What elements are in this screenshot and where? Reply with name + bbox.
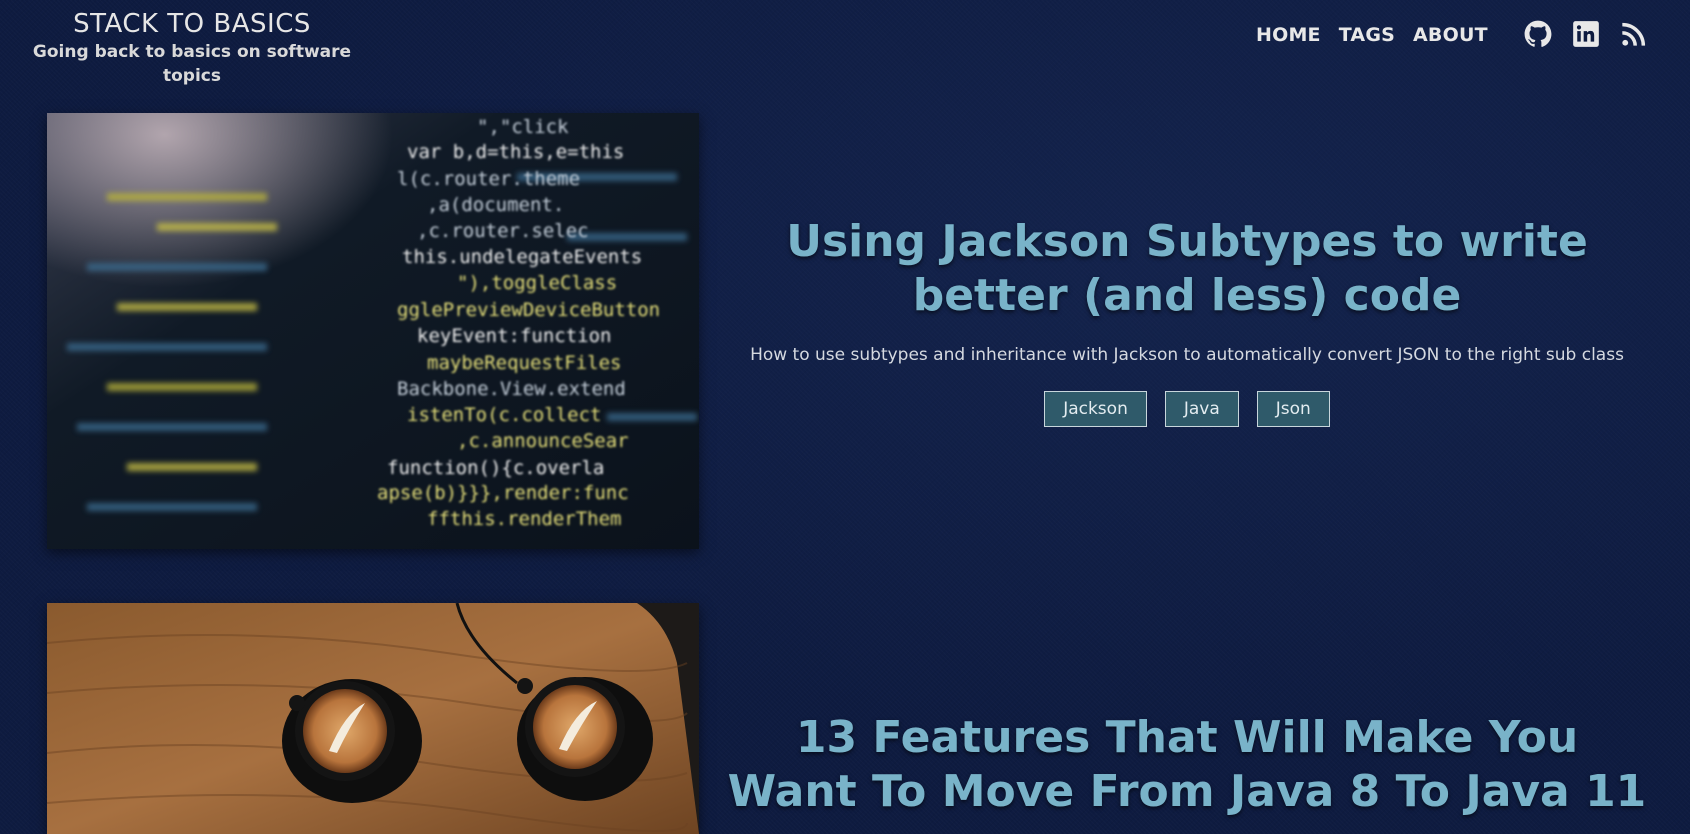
tag-java[interactable]: Java [1164,391,1239,427]
nav-tags-link[interactable]: TAGS [1339,24,1395,46]
code-screen-photo: ","click var b,d=this,e=this l(c.router.… [47,113,699,549]
svg-text:ffthis.renderThem: ffthis.renderThem [427,508,621,530]
post-title[interactable]: 13 Features That Will Make You Want To M… [727,711,1647,819]
nav-about-link[interactable]: ABOUT [1413,24,1488,46]
post-card: 13 Features That Will Make You Want To M… [47,603,1647,834]
svg-text:,c.announceSear: ,c.announceSear [457,430,629,452]
nav-home-link[interactable]: HOME [1256,24,1321,46]
tag-json[interactable]: Json [1256,391,1330,427]
svg-text:"),toggleClass: "),toggleClass [457,272,617,294]
svg-text:,c.router.selec: ,c.router.selec [417,220,589,242]
svg-text:istenTo(c.collect: istenTo(c.collect [407,404,601,426]
svg-text:this.undelegateEvents: this.undelegateEvents [402,246,642,268]
svg-text:var b,d=this,e=this: var b,d=this,e=this [407,141,624,163]
svg-text:keyEvent:function: keyEvent:function [417,325,611,347]
svg-text:l(c.router.theme: l(c.router.theme [397,168,580,190]
post-card: ","click var b,d=this,e=this l(c.router.… [47,113,1647,549]
post-image[interactable]: ","click var b,d=this,e=this l(c.router.… [47,113,699,549]
github-icon[interactable] [1524,20,1552,48]
site-brand[interactable]: STACK TO BASICS Going back to basics on … [12,8,372,88]
post-image[interactable] [47,603,699,834]
linkedin-icon[interactable] [1572,20,1600,48]
svg-text:apse(b)}}},render:func: apse(b)}}},render:func [377,482,629,504]
post-tags: Jackson Java Json [727,391,1647,427]
svg-text:maybeRequestFiles: maybeRequestFiles [427,352,621,374]
post-content: Using Jackson Subtypes to write better (… [727,215,1647,427]
coffee-cups-photo [47,603,699,834]
svg-text:Backbone.View.extend: Backbone.View.extend [397,378,626,400]
site-title[interactable]: STACK TO BASICS [12,8,372,40]
post-content: 13 Features That Will Make You Want To M… [727,711,1647,819]
tag-jackson[interactable]: Jackson [1044,391,1147,427]
post-description: How to use subtypes and inheritance with… [750,345,1624,365]
rss-icon[interactable] [1620,20,1648,48]
site-subtitle: Going back to basics on software topics [32,42,352,86]
social-links [1524,20,1648,48]
svg-text:,a(document.: ,a(document. [427,194,564,216]
svg-text:gglePreviewDeviceButton: gglePreviewDeviceButton [397,299,660,321]
svg-text:","click: ","click [477,116,569,138]
svg-text:function(){c.overla: function(){c.overla [387,457,604,479]
site-header: STACK TO BASICS Going back to basics on … [0,0,1690,86]
post-title[interactable]: Using Jackson Subtypes to write better (… [727,215,1647,323]
main-nav: HOME TAGS ABOUT [1256,24,1488,46]
